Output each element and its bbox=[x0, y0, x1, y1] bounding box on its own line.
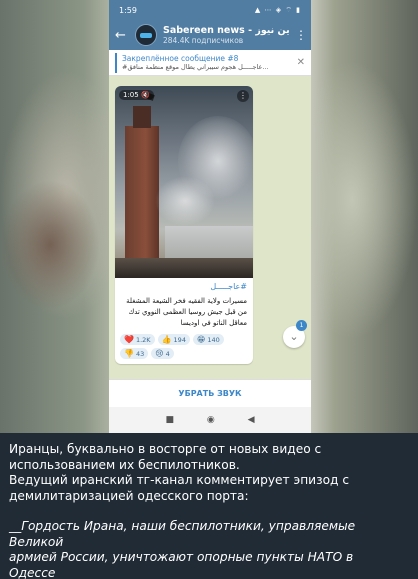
status-time: 1:59 bbox=[119, 5, 137, 15]
chat-area: 1:05 🔇 ⋮ #عاجـــــل مسيرات ولاية الفقيه … bbox=[109, 76, 311, 379]
thumbs-up-icon: 👍 bbox=[161, 335, 172, 344]
channel-name: Sabereen news - ين نيوز bbox=[163, 25, 290, 36]
video-tower bbox=[125, 126, 159, 278]
chevron-down-icon: ⌄ bbox=[289, 330, 299, 343]
background-blur-left-dark bbox=[0, 180, 100, 310]
status-bar: 1:59 ▲ ⋯ ◈ ⌔ ▮ bbox=[109, 0, 311, 20]
reaction-thumbs-down[interactable]: 👎 43 bbox=[120, 348, 149, 359]
video-buildings bbox=[165, 226, 253, 262]
video-menu-icon[interactable]: ⋮ bbox=[237, 90, 249, 102]
mute-icon[interactable]: 🔇 bbox=[141, 91, 150, 99]
mute-channel-button[interactable]: УБРАТЬ ЗВУК bbox=[109, 379, 311, 407]
cry-icon: 😢 bbox=[155, 349, 164, 358]
reaction-count: 43 bbox=[135, 349, 145, 358]
caption-line: Ведущий иранский тг-канал комментирует э… bbox=[9, 473, 350, 487]
thumbs-down-icon: 👎 bbox=[124, 349, 134, 358]
video-crowd bbox=[115, 258, 253, 278]
background-blur-right bbox=[308, 60, 418, 340]
reaction-cry[interactable]: 😢 4 bbox=[151, 348, 174, 359]
video-tower-top bbox=[133, 106, 151, 128]
reaction-heart[interactable]: ❤️ 1.2K bbox=[120, 334, 155, 345]
back-arrow-icon[interactable]: ← bbox=[115, 28, 135, 43]
video-player[interactable]: 1:05 🔇 ⋮ bbox=[115, 86, 253, 278]
subscriber-count: 284.4K подписчиков bbox=[163, 36, 244, 45]
phone-screenshot: 1:59 ▲ ⋯ ◈ ⌔ ▮ ← Sabereen news - ين نيوز… bbox=[109, 0, 311, 433]
avatar-logo bbox=[140, 32, 152, 38]
scroll-down-button[interactable]: ⌄ 1 bbox=[283, 320, 307, 348]
reaction-count: 4 bbox=[165, 349, 170, 358]
grin-icon: 😁 bbox=[196, 335, 206, 344]
channel-avatar[interactable] bbox=[135, 24, 157, 46]
reaction-grin[interactable]: 😁 140 bbox=[192, 334, 224, 345]
post-caption: Иранцы, буквально в восторге от новых ви… bbox=[0, 433, 418, 579]
android-nav-bar: ■ ◉ ◀ bbox=[109, 407, 311, 433]
kebab-menu-icon[interactable]: ⋮ bbox=[295, 28, 307, 42]
unread-badge: 1 bbox=[296, 320, 307, 331]
pinned-preview: #عاجـــــل هجوم سيبراني يطال موقع منظمة … bbox=[122, 63, 269, 71]
channel-info[interactable]: Sabereen news - ين نيوز 284.4K подписчик… bbox=[163, 25, 295, 45]
pinned-message-bar[interactable]: Закреплённое сообщение #8 #عاجـــــل هجو… bbox=[109, 50, 311, 76]
chat-header: ← Sabereen news - ين نيوز 284.4K подписч… bbox=[109, 20, 311, 50]
caption-quote: __Гордость Ирана, наши беспилотники, упр… bbox=[9, 519, 356, 549]
message-body: مسيرات ولاية الفقيه فخر الشيعة المشغلة م… bbox=[126, 297, 247, 327]
unpin-icon[interactable]: ✕ bbox=[297, 57, 305, 68]
back-icon[interactable]: ◀ bbox=[248, 415, 255, 425]
reaction-thumbs-up[interactable]: 👍 194 bbox=[157, 334, 190, 345]
caption-line: использованием их беспилотников. bbox=[9, 457, 240, 472]
channel-message[interactable]: 1:05 🔇 ⋮ #عاجـــــل مسيرات ولاية الفقيه … bbox=[115, 86, 253, 364]
video-duration: 1:05 🔇 bbox=[119, 90, 154, 100]
reaction-count: 1.2K bbox=[135, 335, 151, 344]
caption-line: демилитаризацией одесского порта: bbox=[9, 488, 249, 503]
status-icons: ▲ ⋯ ◈ ⌔ ▮ bbox=[254, 5, 301, 14]
recents-icon[interactable]: ■ bbox=[165, 415, 174, 425]
reaction-count: 194 bbox=[173, 335, 186, 344]
reactions-row: ❤️ 1.2K 👍 194 😁 140 👎 43 😢 4 bbox=[115, 331, 253, 364]
heart-icon: ❤️ bbox=[124, 335, 134, 344]
reaction-count: 140 bbox=[207, 335, 220, 344]
pinned-content: Закреплённое сообщение #8 #عاجـــــل هجو… bbox=[122, 54, 297, 71]
pinned-title: Закреплённое сообщение #8 bbox=[122, 54, 239, 63]
video-smoke-low bbox=[155, 176, 215, 226]
caption-line: Иранцы, буквально в восторге от новых ви… bbox=[9, 442, 322, 456]
home-icon[interactable]: ◉ bbox=[207, 415, 215, 425]
message-text: #عاجـــــل مسيرات ولاية الفقيه فخر الشيع… bbox=[115, 278, 253, 331]
message-hashtag[interactable]: #عاجـــــل bbox=[121, 282, 247, 291]
pinned-indicator bbox=[115, 52, 117, 73]
caption-quote: армией России, уничтожают опорные пункты… bbox=[9, 550, 354, 579]
video-time: 1:05 bbox=[123, 91, 139, 99]
